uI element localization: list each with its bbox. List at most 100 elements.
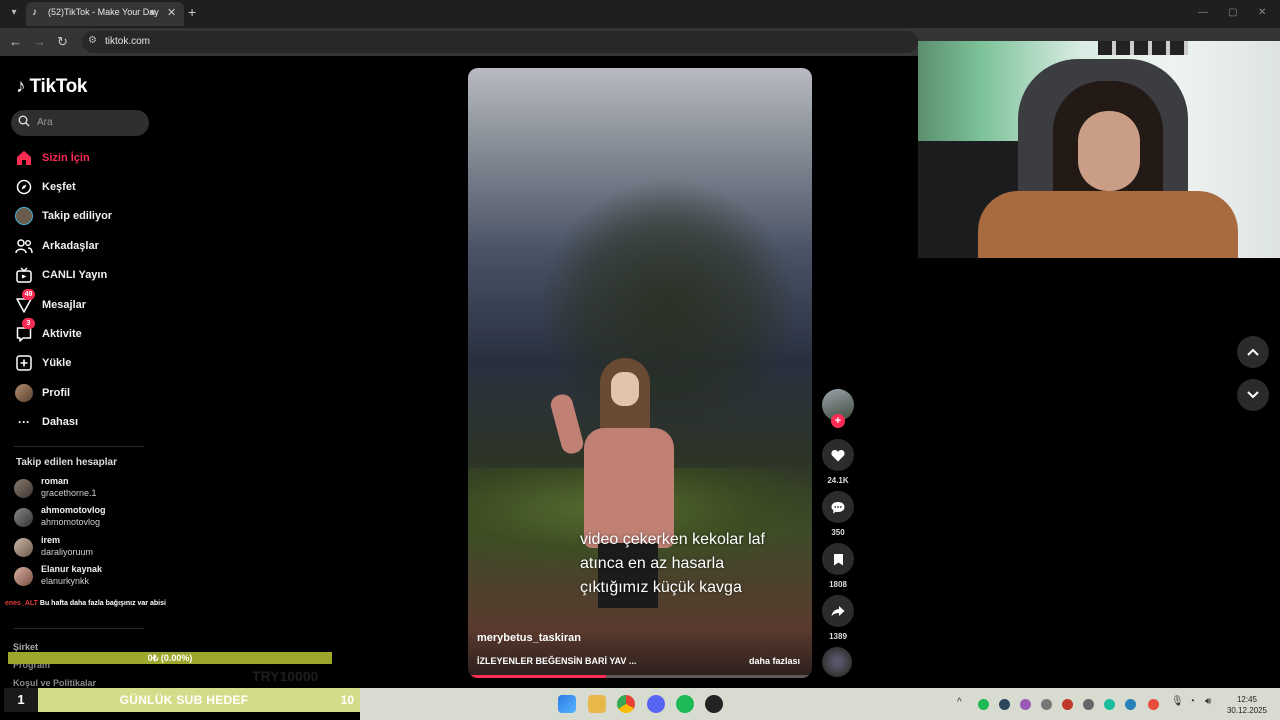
profile-avatar-icon bbox=[14, 383, 34, 403]
nav-label: Takip ediliyor bbox=[42, 210, 113, 222]
tab-title: (52)TikTok - Make Your Day bbox=[48, 7, 159, 17]
footer-link-company[interactable]: Şirket bbox=[13, 642, 38, 652]
nav-more[interactable]: ··· Dahası bbox=[14, 411, 78, 433]
tray-spotify-icon[interactable] bbox=[978, 699, 989, 710]
share-icon bbox=[831, 606, 845, 617]
maximize-icon[interactable]: ▢ bbox=[1228, 7, 1237, 18]
close-tab-icon[interactable]: ✕ bbox=[167, 6, 176, 19]
comment-button[interactable] bbox=[822, 491, 854, 523]
friends-icon bbox=[14, 236, 34, 256]
tray-app-icon[interactable] bbox=[1125, 699, 1136, 710]
following-avatar-icon bbox=[14, 206, 34, 226]
share-button[interactable] bbox=[822, 595, 854, 627]
tray-app-icon[interactable] bbox=[1020, 699, 1031, 710]
nav-explore[interactable]: Keşfet bbox=[14, 176, 76, 198]
nav-live[interactable]: CANLI Yayın bbox=[14, 264, 107, 286]
messages-badge: 49 bbox=[22, 289, 35, 300]
tiktok-logo[interactable]: ♪ TikTok bbox=[16, 76, 87, 98]
forward-icon[interactable]: → bbox=[33, 34, 46, 50]
url-text: tiktok.com bbox=[105, 36, 151, 47]
previous-video-button[interactable] bbox=[1237, 336, 1269, 368]
nav-messages[interactable]: 49 Mesajlar bbox=[14, 289, 87, 316]
search-input[interactable]: Ara bbox=[11, 110, 149, 136]
more-icon: ··· bbox=[18, 415, 30, 429]
obs-icon[interactable] bbox=[705, 695, 723, 713]
nav-label: Profil bbox=[42, 387, 71, 399]
tray-app-icon[interactable] bbox=[1083, 699, 1094, 710]
nav-label: Arkadaşlar bbox=[42, 240, 99, 252]
chrome-icon[interactable] bbox=[617, 695, 635, 713]
spotify-icon[interactable] bbox=[676, 695, 694, 713]
nav-friends[interactable]: Arkadaşlar bbox=[14, 235, 99, 257]
discord-icon[interactable] bbox=[647, 695, 665, 713]
file-explorer-icon[interactable] bbox=[588, 695, 606, 713]
tray-app-icon[interactable] bbox=[1104, 699, 1115, 710]
site-info-icon[interactable]: ⚙ bbox=[88, 35, 97, 46]
new-tab-icon[interactable]: + bbox=[188, 5, 196, 19]
nav-label: Dahası bbox=[42, 416, 79, 428]
footer-link-terms[interactable]: Koşul ve Politikalar bbox=[13, 678, 96, 688]
browser-tab[interactable]: ♪ (52)TikTok - Make Your Day 🔊︎ ✕ bbox=[26, 2, 184, 26]
tab-search-icon[interactable]: ▾ bbox=[6, 5, 22, 21]
activity-icon: 3 bbox=[14, 318, 35, 344]
nav-for-you[interactable]: Sizin İçin bbox=[14, 147, 90, 169]
nav-label: Aktivite bbox=[42, 328, 82, 340]
nav-label: CANLI Yayın bbox=[42, 269, 108, 281]
see-more-link[interactable]: daha fazlası bbox=[749, 656, 800, 666]
url-field[interactable]: ⚙ tiktok.com bbox=[82, 31, 918, 53]
reload-icon[interactable]: ↻ bbox=[57, 34, 68, 50]
speaker-icon[interactable]: 🔊︎ bbox=[150, 7, 156, 18]
minimize-icon[interactable]: — bbox=[1198, 7, 1208, 18]
upload-icon bbox=[14, 353, 34, 373]
follow-plus-icon[interactable]: + bbox=[831, 414, 845, 428]
messages-icon: 49 bbox=[14, 289, 35, 315]
nav-label: Sizin İçin bbox=[42, 152, 90, 164]
avatar bbox=[14, 538, 33, 557]
donation-goal-text: 0₺ (0.00%) bbox=[147, 653, 193, 663]
back-icon[interactable]: ← bbox=[9, 34, 22, 50]
video-author[interactable]: merybetus_taskiran bbox=[477, 632, 581, 644]
account-username: gracethorne.1 bbox=[41, 488, 97, 498]
nav-upload[interactable]: Yükle bbox=[14, 352, 71, 374]
tiktok-note-icon: ♪ bbox=[16, 76, 26, 97]
like-button[interactable] bbox=[822, 439, 854, 471]
account-name: Elanur kaynak bbox=[41, 564, 103, 574]
chevron-up-icon bbox=[1247, 348, 1259, 356]
heart-icon bbox=[831, 449, 845, 461]
nav-activity[interactable]: 3 Aktivite bbox=[14, 318, 82, 345]
nav-following[interactable]: Takip ediliyor bbox=[14, 205, 112, 227]
video-progress-fill bbox=[468, 675, 606, 678]
bookmark-icon bbox=[833, 553, 843, 565]
webcam-overlay bbox=[918, 41, 1280, 258]
window-close-icon[interactable]: ✕ bbox=[1258, 7, 1266, 18]
browser-tab-bar: ▾ ♪ (52)TikTok - Make Your Day 🔊︎ ✕ + — … bbox=[0, 0, 1280, 28]
account-username: elanurkynkk bbox=[41, 576, 90, 586]
video-player[interactable]: video çekerken kekolar laf atınca en az … bbox=[468, 68, 812, 678]
volume-icon[interactable]: 🔊︎ bbox=[1205, 696, 1211, 707]
nav-label: Mesajlar bbox=[42, 299, 87, 311]
music-disc-icon[interactable] bbox=[822, 647, 852, 677]
bookmark-button[interactable] bbox=[822, 543, 854, 575]
tray-chevron-up-icon[interactable]: ^ bbox=[957, 697, 962, 708]
donation-goal-bar: 0₺ (0.00%) bbox=[8, 652, 332, 664]
windows-start-icon[interactable] bbox=[558, 695, 576, 713]
avatar bbox=[14, 508, 33, 527]
chevron-down-icon bbox=[1247, 391, 1259, 399]
nav-profile[interactable]: Profil bbox=[14, 382, 70, 404]
clock-time: 12:45 bbox=[1236, 695, 1258, 704]
tray-app-icon[interactable] bbox=[1062, 699, 1073, 710]
video-progress-track[interactable] bbox=[468, 675, 812, 678]
sub-goal-count: 1 bbox=[4, 688, 38, 712]
tray-app-icon[interactable] bbox=[1041, 699, 1052, 710]
search-placeholder: Ara bbox=[37, 117, 53, 128]
taskbar-clock[interactable]: 12:45 30.12.2025 bbox=[1222, 694, 1272, 716]
tray-app-icon[interactable] bbox=[1148, 699, 1159, 710]
video-caption: video çekerken kekolar laf atınca en az … bbox=[580, 531, 765, 596]
tray-steam-icon[interactable] bbox=[999, 699, 1010, 710]
chat-overlay-message: enes_ALT Bu hafta daha fazla bağışınız v… bbox=[5, 600, 166, 607]
activity-badge: 3 bbox=[22, 318, 35, 329]
network-icon[interactable]: ◔ bbox=[1189, 696, 1195, 707]
next-video-button[interactable] bbox=[1237, 379, 1269, 411]
bookmark-count: 1808 bbox=[829, 580, 847, 589]
microphone-icon[interactable]: 🎙︎ bbox=[1171, 696, 1184, 707]
